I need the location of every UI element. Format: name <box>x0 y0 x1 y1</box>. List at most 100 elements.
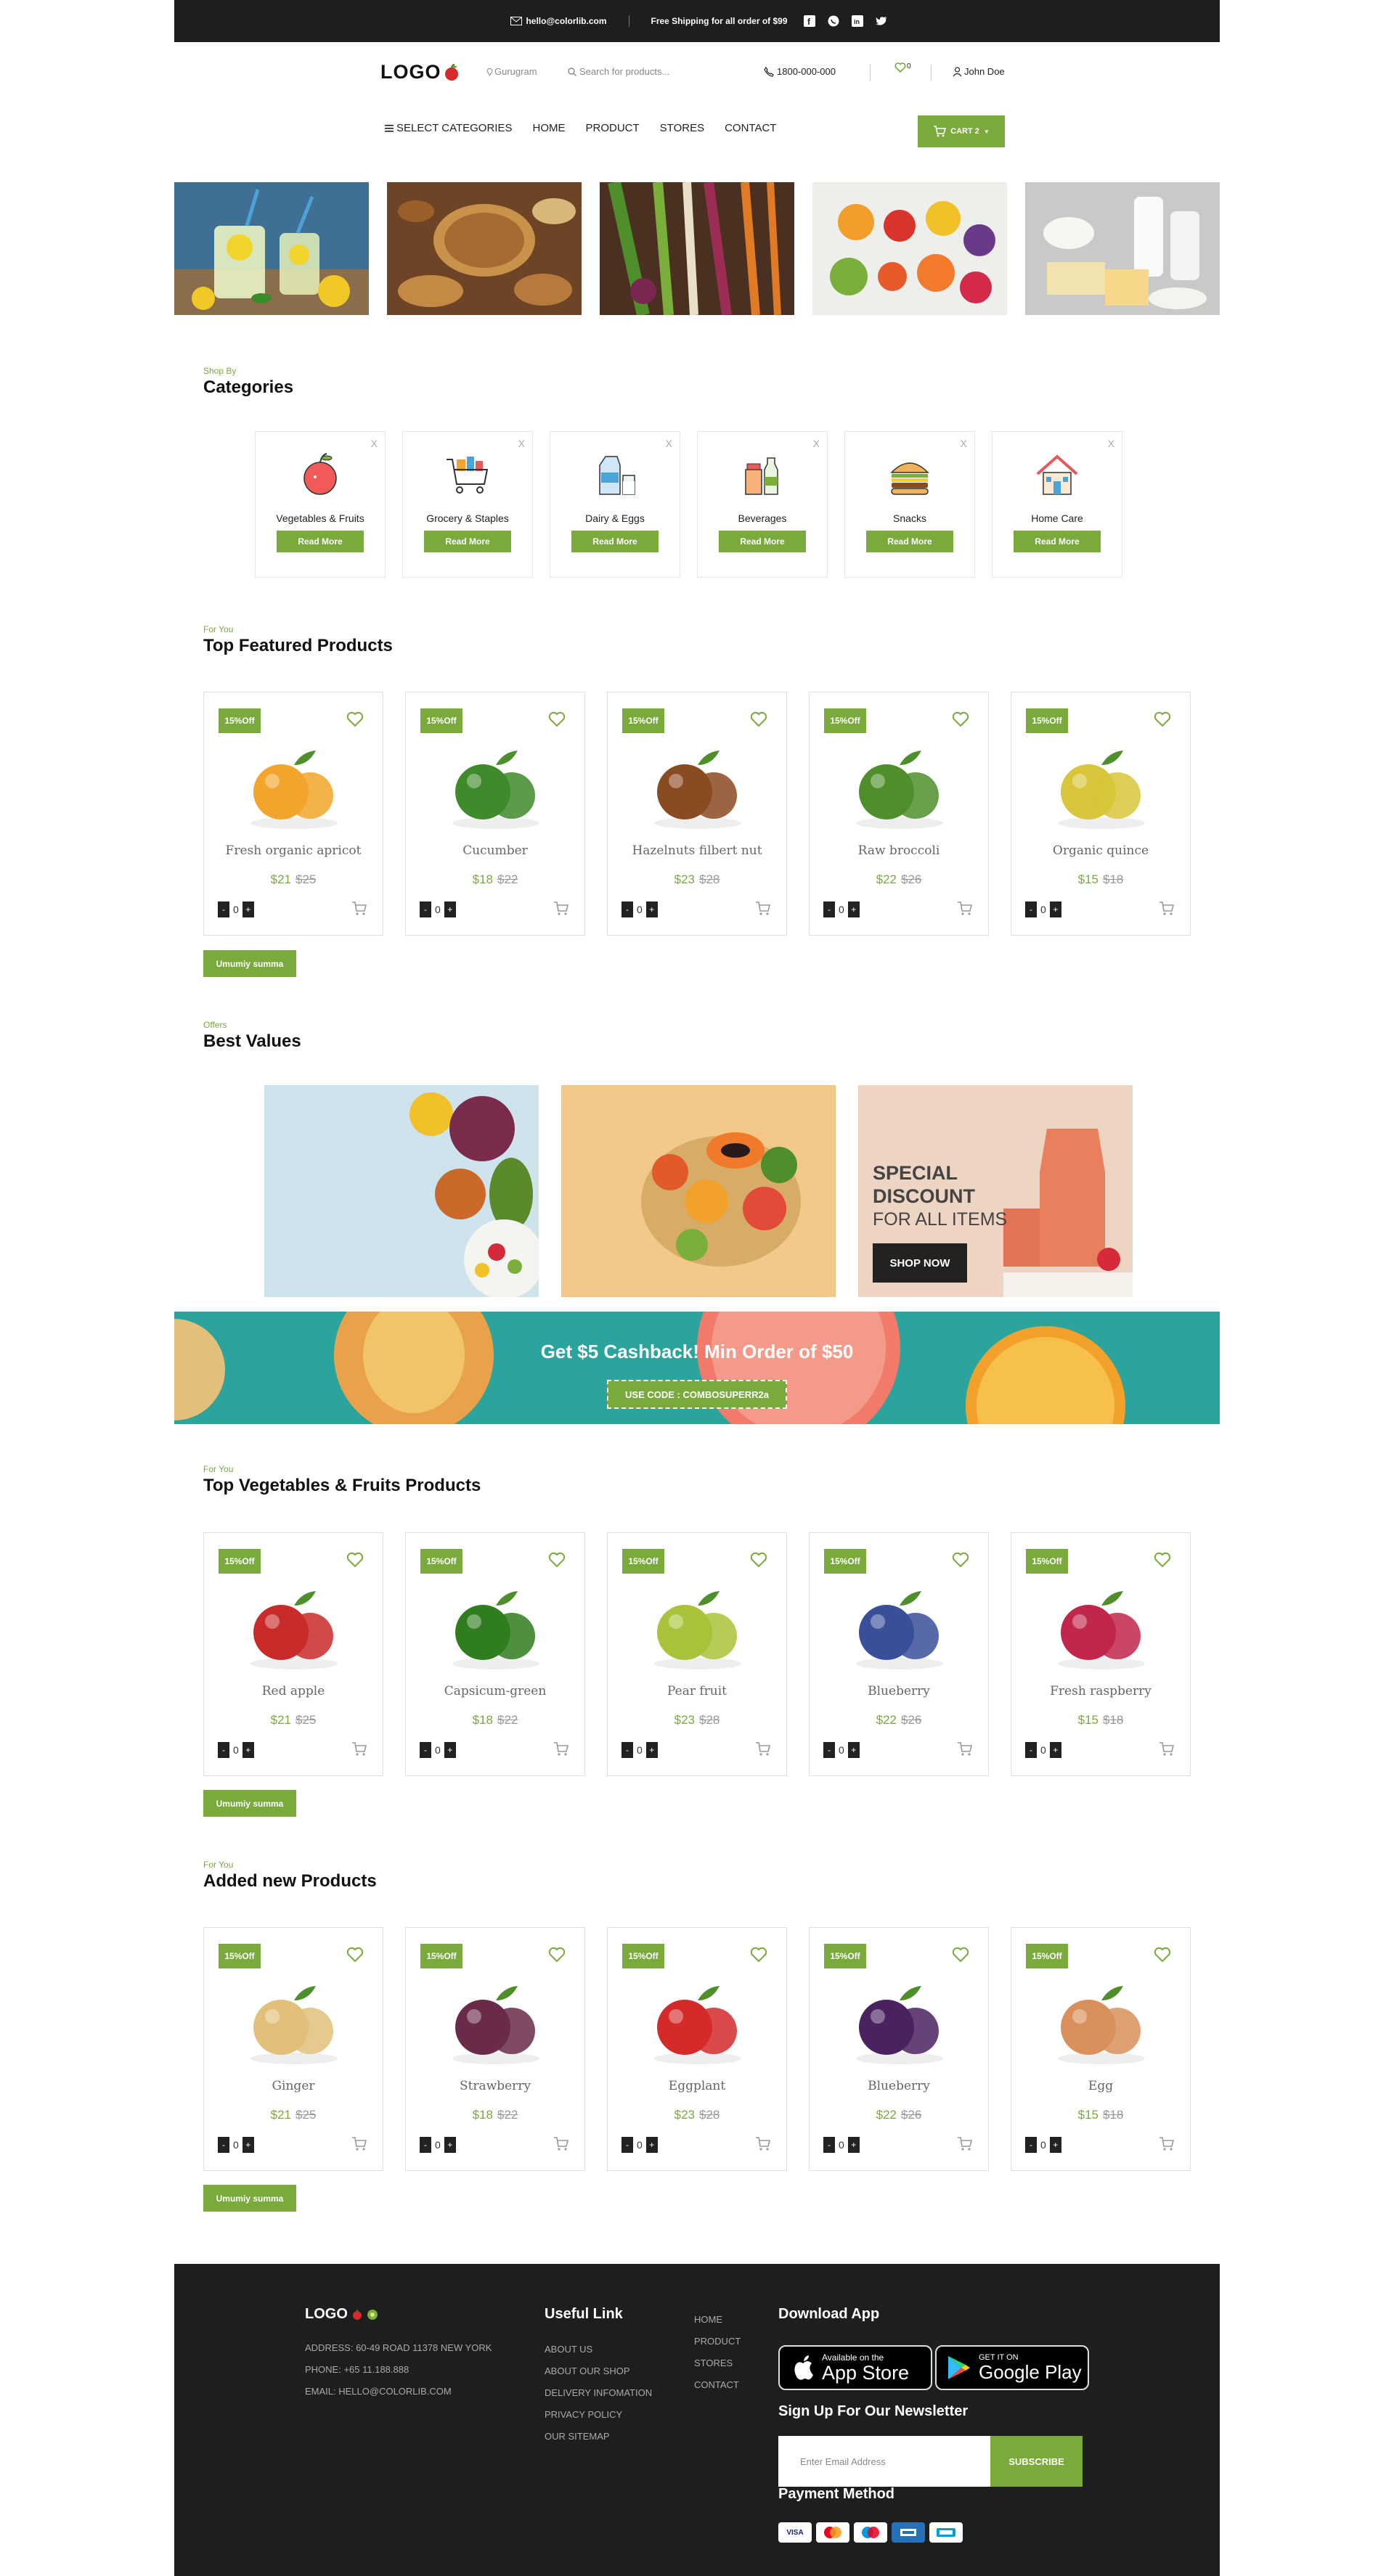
add-to-cart-icon[interactable] <box>956 900 974 917</box>
total-button[interactable]: Umumiy summa <box>203 950 296 977</box>
heart-icon[interactable] <box>952 711 969 728</box>
heart-icon[interactable] <box>548 1946 566 1963</box>
product-image[interactable] <box>438 737 554 832</box>
product-image[interactable] <box>236 1578 352 1672</box>
increment-button[interactable]: + <box>242 2137 254 2153</box>
product-image[interactable] <box>841 737 958 832</box>
decrement-button[interactable]: - <box>823 901 835 917</box>
category-card[interactable]: X Dairy & Eggs Read More <box>550 431 680 578</box>
read-more-button[interactable]: Read More <box>571 531 659 552</box>
product-image[interactable] <box>640 1973 756 2067</box>
category-card[interactable]: X Snacks Read More <box>844 431 975 578</box>
subscribe-button[interactable]: SUBSCRIBE <box>990 2436 1083 2487</box>
category-card[interactable]: X Home Care Read More <box>992 431 1122 578</box>
coupon-code[interactable]: USE CODE : COMBOSUPERR2a <box>607 1380 787 1409</box>
decrement-button[interactable]: - <box>1025 1742 1037 1758</box>
product-name[interactable]: Fresh raspberry <box>1011 1684 1190 1698</box>
product-name[interactable]: Cucumber <box>406 843 584 858</box>
close-icon[interactable]: X <box>813 438 820 449</box>
product-card[interactable]: 15%Off Strawberry $18 $22 -0 + <box>405 1927 585 2171</box>
decrement-button[interactable]: - <box>218 901 229 917</box>
select-categories-button[interactable]: SELECT CATEGORIES <box>385 122 513 134</box>
banner-vegetables[interactable] <box>600 182 794 315</box>
heart-icon[interactable] <box>1154 711 1171 728</box>
add-to-cart-icon[interactable] <box>1158 1741 1175 1758</box>
close-icon[interactable]: X <box>1108 438 1114 449</box>
product-image[interactable] <box>438 1578 554 1672</box>
product-card[interactable]: 15%Off Eggplant $23 $28 -0 + <box>607 1927 787 2171</box>
nav-product[interactable]: PRODUCT <box>586 122 640 134</box>
footer-link-product[interactable]: PRODUCT <box>694 2331 741 2352</box>
footer-link-privacy[interactable]: PRIVACY POLICY <box>545 2404 652 2426</box>
add-to-cart-icon[interactable] <box>553 1741 570 1758</box>
facebook-icon[interactable]: f <box>804 15 816 28</box>
product-name[interactable]: Pear fruit <box>608 1684 786 1698</box>
heart-icon[interactable] <box>1154 1946 1171 1963</box>
product-card[interactable]: 15%Off Fresh organic apricot $21 $25 -0 + <box>203 692 383 936</box>
shop-now-button[interactable]: SHOP NOW <box>873 1243 967 1283</box>
add-to-cart-icon[interactable] <box>553 900 570 917</box>
add-to-cart-icon[interactable] <box>351 1741 368 1758</box>
decrement-button[interactable]: - <box>621 2137 633 2153</box>
heart-icon[interactable] <box>1154 1551 1171 1569</box>
read-more-button[interactable]: Read More <box>424 531 511 552</box>
add-to-cart-icon[interactable] <box>754 1741 772 1758</box>
decrement-button[interactable]: - <box>621 901 633 917</box>
increment-button[interactable]: + <box>847 901 860 917</box>
product-name[interactable]: Strawberry <box>406 2079 584 2093</box>
product-card[interactable]: 15%Off Egg $15 $18 -0 + <box>1011 1927 1191 2171</box>
wishlist-button[interactable]: 0 <box>894 62 911 73</box>
increment-button[interactable]: + <box>1049 2137 1061 2153</box>
product-card[interactable]: 15%Off Red apple $21 $25 -0 + <box>203 1532 383 1776</box>
linkedin-icon[interactable]: in <box>852 15 864 28</box>
google-play-button[interactable]: GET IT ON Google Play <box>935 2345 1089 2390</box>
increment-button[interactable]: + <box>645 2137 658 2153</box>
nav-stores[interactable]: STORES <box>660 122 704 134</box>
close-icon[interactable]: X <box>961 438 967 449</box>
add-to-cart-icon[interactable] <box>351 2135 368 2153</box>
footer-link-stores[interactable]: STORES <box>694 2352 741 2374</box>
increment-button[interactable]: + <box>444 2137 456 2153</box>
category-card[interactable]: X Vegetables & Fruits Read More <box>255 431 386 578</box>
decrement-button[interactable]: - <box>823 2137 835 2153</box>
total-button[interactable]: Umumiy summa <box>203 2185 296 2212</box>
banner-lemonade[interactable] <box>174 182 369 315</box>
total-button[interactable]: Umumiy summa <box>203 1790 296 1817</box>
add-to-cart-icon[interactable] <box>351 900 368 917</box>
user-menu[interactable]: John Doe <box>953 66 1005 77</box>
topbar-email[interactable]: hello@colorlib.com <box>510 16 607 26</box>
product-name[interactable]: Blueberry <box>810 1684 988 1698</box>
product-image[interactable] <box>640 737 756 832</box>
product-image[interactable] <box>1043 737 1159 832</box>
product-image[interactable] <box>841 1578 958 1672</box>
product-name[interactable]: Ginger <box>204 2079 383 2093</box>
add-to-cart-icon[interactable] <box>1158 900 1175 917</box>
product-name[interactable]: Fresh organic apricot <box>204 843 383 858</box>
decrement-button[interactable]: - <box>420 2137 431 2153</box>
product-image[interactable] <box>236 737 352 832</box>
product-image[interactable] <box>640 1578 756 1672</box>
logo[interactable]: LOGO <box>380 61 460 83</box>
heart-icon[interactable] <box>952 1551 969 1569</box>
footer-link-contact[interactable]: CONTACT <box>694 2374 741 2396</box>
add-to-cart-icon[interactable] <box>553 2135 570 2153</box>
add-to-cart-icon[interactable] <box>754 2135 772 2153</box>
product-image[interactable] <box>236 1973 352 2067</box>
heart-icon[interactable] <box>346 1946 364 1963</box>
decrement-button[interactable]: - <box>218 1742 229 1758</box>
heart-icon[interactable] <box>750 1946 767 1963</box>
increment-button[interactable]: + <box>645 1742 658 1758</box>
product-name[interactable]: Eggplant <box>608 2079 786 2093</box>
decrement-button[interactable]: - <box>420 1742 431 1758</box>
increment-button[interactable]: + <box>444 901 456 917</box>
close-icon[interactable]: X <box>518 438 525 449</box>
category-card[interactable]: X Beverages Read More <box>697 431 828 578</box>
product-image[interactable] <box>438 1973 554 2067</box>
increment-button[interactable]: + <box>847 1742 860 1758</box>
increment-button[interactable]: + <box>242 1742 254 1758</box>
product-card[interactable]: 15%Off Ginger $21 $25 -0 + <box>203 1927 383 2171</box>
heart-icon[interactable] <box>750 711 767 728</box>
product-name[interactable]: Organic quince <box>1011 843 1190 858</box>
footer-link-about-shop[interactable]: ABOUT OUR SHOP <box>545 2360 652 2382</box>
product-card[interactable]: 15%Off Fresh raspberry $15 $18 -0 + <box>1011 1532 1191 1776</box>
